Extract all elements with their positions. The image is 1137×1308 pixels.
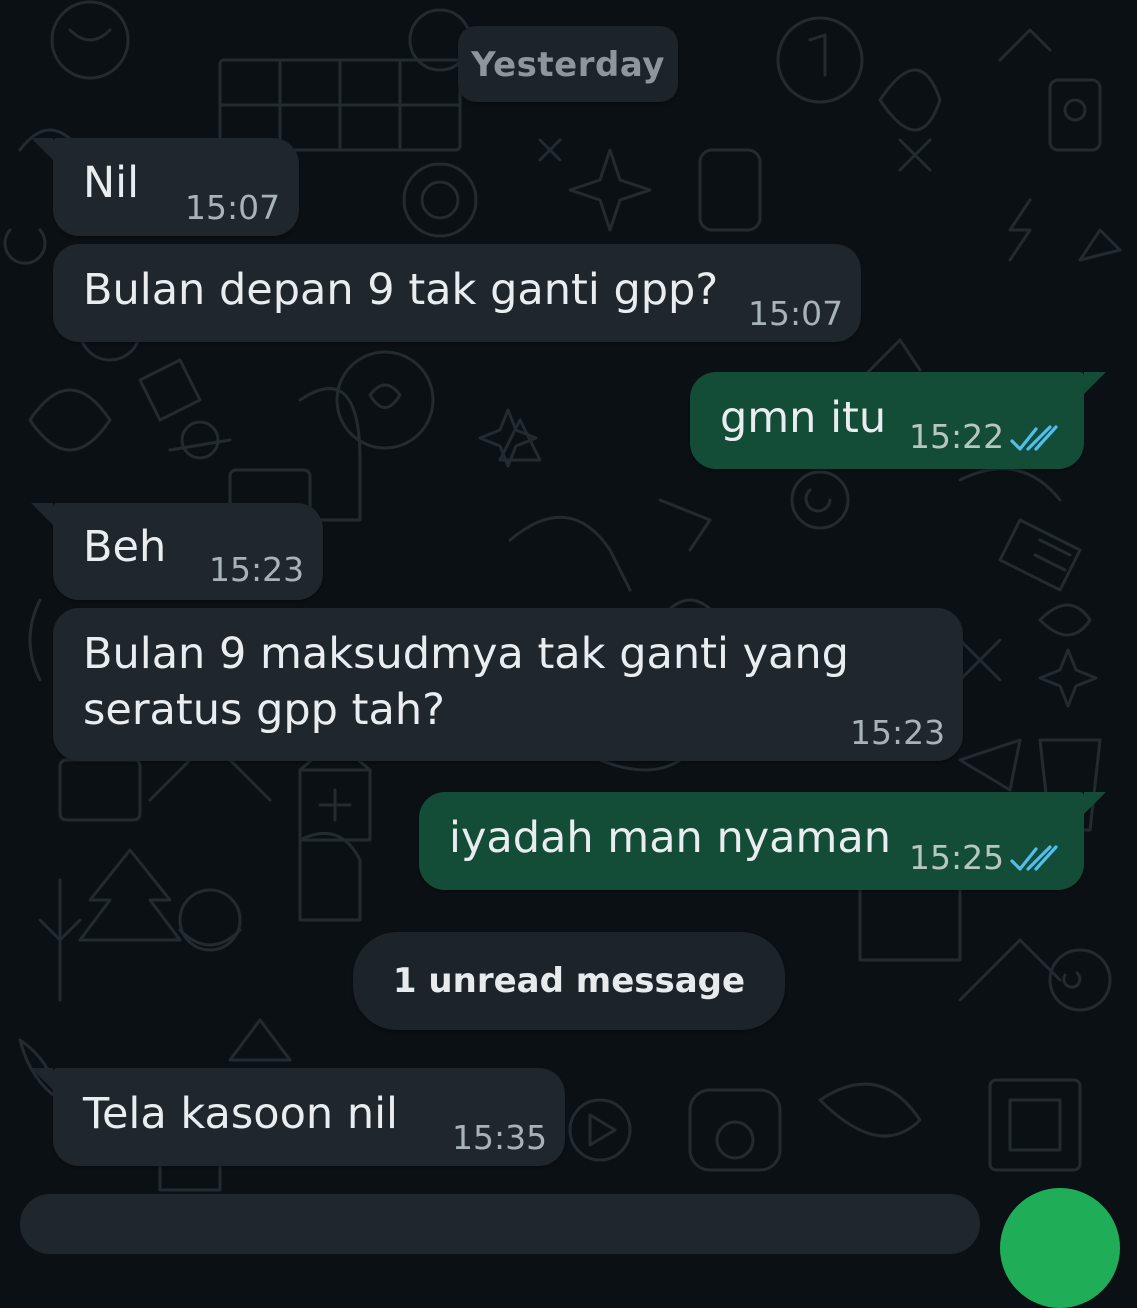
incoming-message-bubble[interactable]: Bulan 9 maksudmya tak ganti yang seratus… [53, 608, 963, 761]
chat-conversation[interactable]: Yesterday Nil 15:07 Bulan depan 9 tak ga… [0, 0, 1137, 1308]
incoming-message-bubble[interactable]: Nil 15:07 [31, 138, 299, 236]
unread-messages-separator: 1 unread message [353, 932, 785, 1030]
double-check-icon [1010, 425, 1058, 451]
incoming-message-bubble[interactable]: Tela kasoon nil 15:35 [31, 1068, 565, 1166]
bubble-tail [1084, 792, 1106, 814]
message-text: Beh [83, 522, 167, 572]
incoming-message-bubble[interactable]: Beh 15:23 [31, 503, 323, 600]
double-check-icon [1010, 845, 1058, 871]
outgoing-message-bubble[interactable]: gmn itu 15:22 [690, 372, 1106, 469]
message-timestamp: 15:22 [909, 417, 1005, 456]
message-text-line-2: seratus gpp tah? [83, 685, 445, 735]
bubble-tail [31, 138, 53, 160]
message-timestamp: 15:07 [748, 294, 844, 333]
incoming-message-bubble[interactable]: Bulan depan 9 tak ganti gpp? 15:07 [53, 244, 861, 342]
message-timestamp: 15:07 [185, 188, 281, 227]
message-timestamp: 15:35 [452, 1118, 548, 1157]
message-composer[interactable] [20, 1194, 980, 1254]
message-timestamp: 15:23 [209, 550, 305, 589]
bubble-tail [31, 1068, 53, 1090]
outgoing-message-bubble[interactable]: iyadah man nyaman 15:25 [419, 792, 1106, 890]
message-text: iyadah man nyaman [449, 813, 892, 863]
message-text: Bulan depan 9 tak ganti gpp? [83, 265, 719, 315]
message-text: Tela kasoon nil [83, 1089, 398, 1139]
message-text: gmn itu [720, 393, 887, 443]
date-separator: Yesterday [458, 26, 678, 102]
bubble-tail [31, 503, 53, 525]
message-text: Nil [83, 158, 140, 208]
scroll-to-bottom-button[interactable] [1000, 1188, 1120, 1308]
message-text-line-1: Bulan 9 maksudmya tak ganti yang [83, 629, 849, 679]
message-timestamp: 15:25 [909, 838, 1005, 877]
message-timestamp: 15:23 [850, 713, 946, 752]
bubble-tail [1084, 372, 1106, 394]
